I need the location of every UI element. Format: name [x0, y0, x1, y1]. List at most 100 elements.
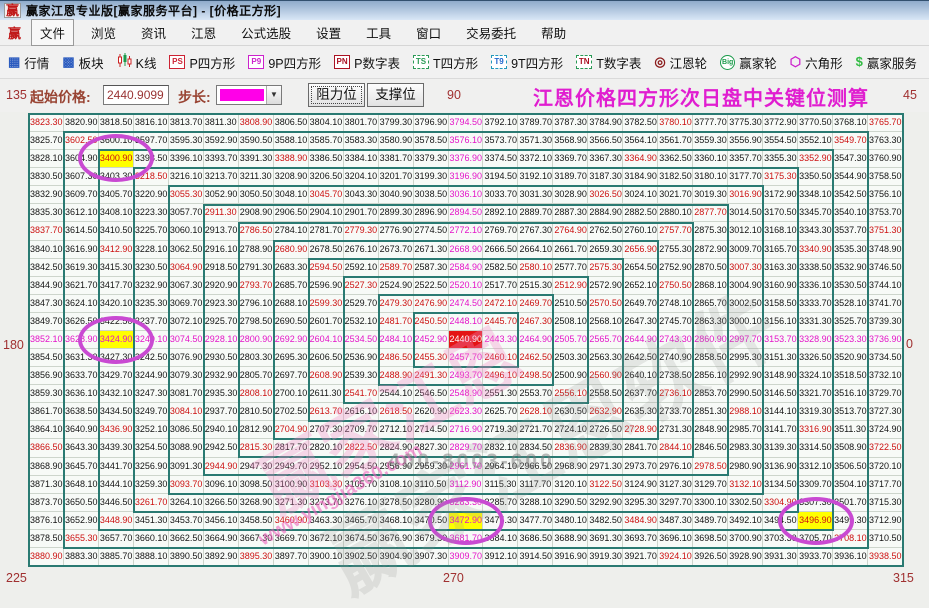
- toolbar-item-sector-blocks[interactable]: ▩板块: [62, 53, 103, 72]
- price-cell: 3158.50: [763, 295, 798, 313]
- start-price-input[interactable]: [103, 85, 169, 105]
- price-cell: 3597.70: [134, 132, 169, 150]
- toolbar-item-label: 江恩轮: [670, 53, 708, 72]
- price-cell: 2640.10: [623, 367, 658, 385]
- price-cell: 3547.30: [833, 150, 868, 168]
- toolbar-item-t9-square[interactable]: T99T四方形: [491, 53, 563, 72]
- price-cell: 2481.70: [379, 313, 414, 331]
- app-window: 赢 赢家江恩专业版[赢家服务平台] - [价格正方形] 赢 文件浏览资讯江恩公式…: [0, 0, 929, 608]
- price-cell: 3043.30: [344, 186, 379, 204]
- toolbar-item-p-number-table[interactable]: PNP数字表: [334, 53, 400, 72]
- price-cell: 2560.90: [588, 367, 623, 385]
- price-cell: 3912.10: [483, 548, 518, 566]
- price-cell: 2762.50: [588, 222, 623, 240]
- toolbar-item-p9-square[interactable]: P99P四方形: [248, 53, 321, 72]
- price-cell: 3211.30: [239, 168, 274, 186]
- price-cell: 3410.50: [99, 222, 134, 240]
- menu-item-7[interactable]: 窗口: [408, 20, 449, 45]
- resistance-button[interactable]: 阻力位: [308, 83, 365, 107]
- angle-label-270: 270: [443, 571, 464, 585]
- price-cell: 3650.50: [64, 494, 99, 512]
- price-cell: 2928.10: [204, 331, 239, 349]
- menu-item-0[interactable]: 文件: [31, 19, 74, 46]
- price-cell: 2700.10: [274, 385, 309, 403]
- price-cell: 3110.50: [414, 476, 449, 494]
- price-cell: 3801.70: [344, 114, 379, 132]
- price-cell: 3532.90: [833, 259, 868, 277]
- price-cell: 3362.50: [658, 150, 693, 168]
- price-cell: 2606.50: [309, 349, 344, 367]
- toolbar-item-gann-wheel[interactable]: ◎江恩轮: [654, 53, 707, 72]
- price-cell: 3856.90: [29, 367, 64, 385]
- price-cell: 3751.30: [868, 222, 903, 240]
- toolbar-item-winner-wheel[interactable]: Big赢家轮: [720, 53, 777, 72]
- toolbar-item-label: 六角形: [805, 53, 843, 72]
- price-cell: 3108.10: [379, 476, 414, 494]
- price-cell: 2676.10: [344, 241, 379, 259]
- price-cell: 2457.70: [449, 349, 484, 367]
- price-cell: 3660.10: [134, 530, 169, 548]
- price-cell: 3760.90: [868, 150, 903, 168]
- price-cell: 2536.90: [344, 349, 379, 367]
- menu-item-1[interactable]: 浏览: [83, 20, 124, 45]
- step-label: 步长:: [178, 87, 211, 107]
- price-cell: 3072.10: [169, 313, 204, 331]
- toolbar-item-t-number-table[interactable]: TNT数字表: [576, 53, 641, 72]
- price-cell: 3540.10: [833, 204, 868, 222]
- price-cell: 3417.70: [99, 277, 134, 295]
- price-cell: 2565.70: [588, 331, 623, 349]
- price-cell: 2904.10: [309, 204, 344, 222]
- menu-item-3[interactable]: 江恩: [183, 20, 224, 45]
- price-cell: 3429.70: [99, 367, 134, 385]
- price-cell: 2942.50: [204, 439, 239, 457]
- menu-item-2[interactable]: 资讯: [133, 20, 174, 45]
- step-color-select[interactable]: ▼: [216, 85, 282, 105]
- price-cell: 3420.10: [99, 295, 134, 313]
- menu-item-6[interactable]: 工具: [358, 20, 399, 45]
- price-cell: 2836.90: [553, 439, 588, 457]
- price-cell: 3578.50: [414, 132, 449, 150]
- price-cell: 2443.30: [483, 331, 518, 349]
- menu-item-9[interactable]: 帮助: [533, 20, 574, 45]
- price-cell: 3477.70: [518, 512, 553, 530]
- price-cell: 3494.50: [763, 512, 798, 530]
- chevron-down-icon[interactable]: ▼: [266, 86, 281, 104]
- toolbar-item-market-grid[interactable]: ▦行情: [8, 53, 49, 72]
- price-cell: 3681.70: [449, 530, 484, 548]
- price-cell: 3561.70: [658, 132, 693, 150]
- price-cell: 3556.90: [728, 132, 763, 150]
- menu-item-8[interactable]: 交易委托: [458, 20, 524, 45]
- toolbar-item-service-dollar[interactable]: $赢家服务: [856, 53, 917, 72]
- price-cell: 3036.10: [449, 186, 484, 204]
- price-cell: 3717.70: [868, 476, 903, 494]
- toolbar-item-label: 赢家轮: [739, 53, 777, 72]
- price-cell: 3019.30: [693, 186, 728, 204]
- toolbar-item-hexagon[interactable]: ⬡六角形: [790, 53, 843, 72]
- price-cell: 3859.30: [29, 385, 64, 403]
- toolbar-item-label: T数字表: [596, 53, 641, 72]
- price-cell: 3468.10: [379, 512, 414, 530]
- price-cell: 3031.30: [518, 186, 553, 204]
- price-cell: 2865.70: [693, 295, 728, 313]
- menu-item-5[interactable]: 设置: [308, 20, 349, 45]
- price-cell: 2697.70: [274, 367, 309, 385]
- toolbar-item-p-square[interactable]: PSP四方形: [169, 53, 235, 72]
- t9-square-icon: T9: [491, 55, 507, 69]
- price-cell: 3237.70: [134, 313, 169, 331]
- price-cell: 2968.90: [553, 458, 588, 476]
- price-cell: 2786.50: [239, 222, 274, 240]
- price-cell: 3352.90: [798, 150, 833, 168]
- price-cell: 2805.70: [239, 367, 274, 385]
- price-cell: 2493.70: [449, 367, 484, 385]
- price-cell: 2575.30: [588, 259, 623, 277]
- toolbar-item-kline[interactable]: K线: [117, 53, 157, 72]
- price-cell: 2793.70: [239, 277, 274, 295]
- support-button[interactable]: 支撑位: [367, 83, 424, 107]
- price-cell: 3132.10: [728, 476, 763, 494]
- price-cell: 2448.10: [449, 313, 484, 331]
- price-cell: 2488.90: [379, 367, 414, 385]
- toolbar-item-t-square[interactable]: TST四方形: [413, 53, 478, 72]
- price-cell: 2604.10: [309, 331, 344, 349]
- menu-item-4[interactable]: 公式选股: [233, 20, 299, 45]
- price-cell: 2784.10: [274, 222, 309, 240]
